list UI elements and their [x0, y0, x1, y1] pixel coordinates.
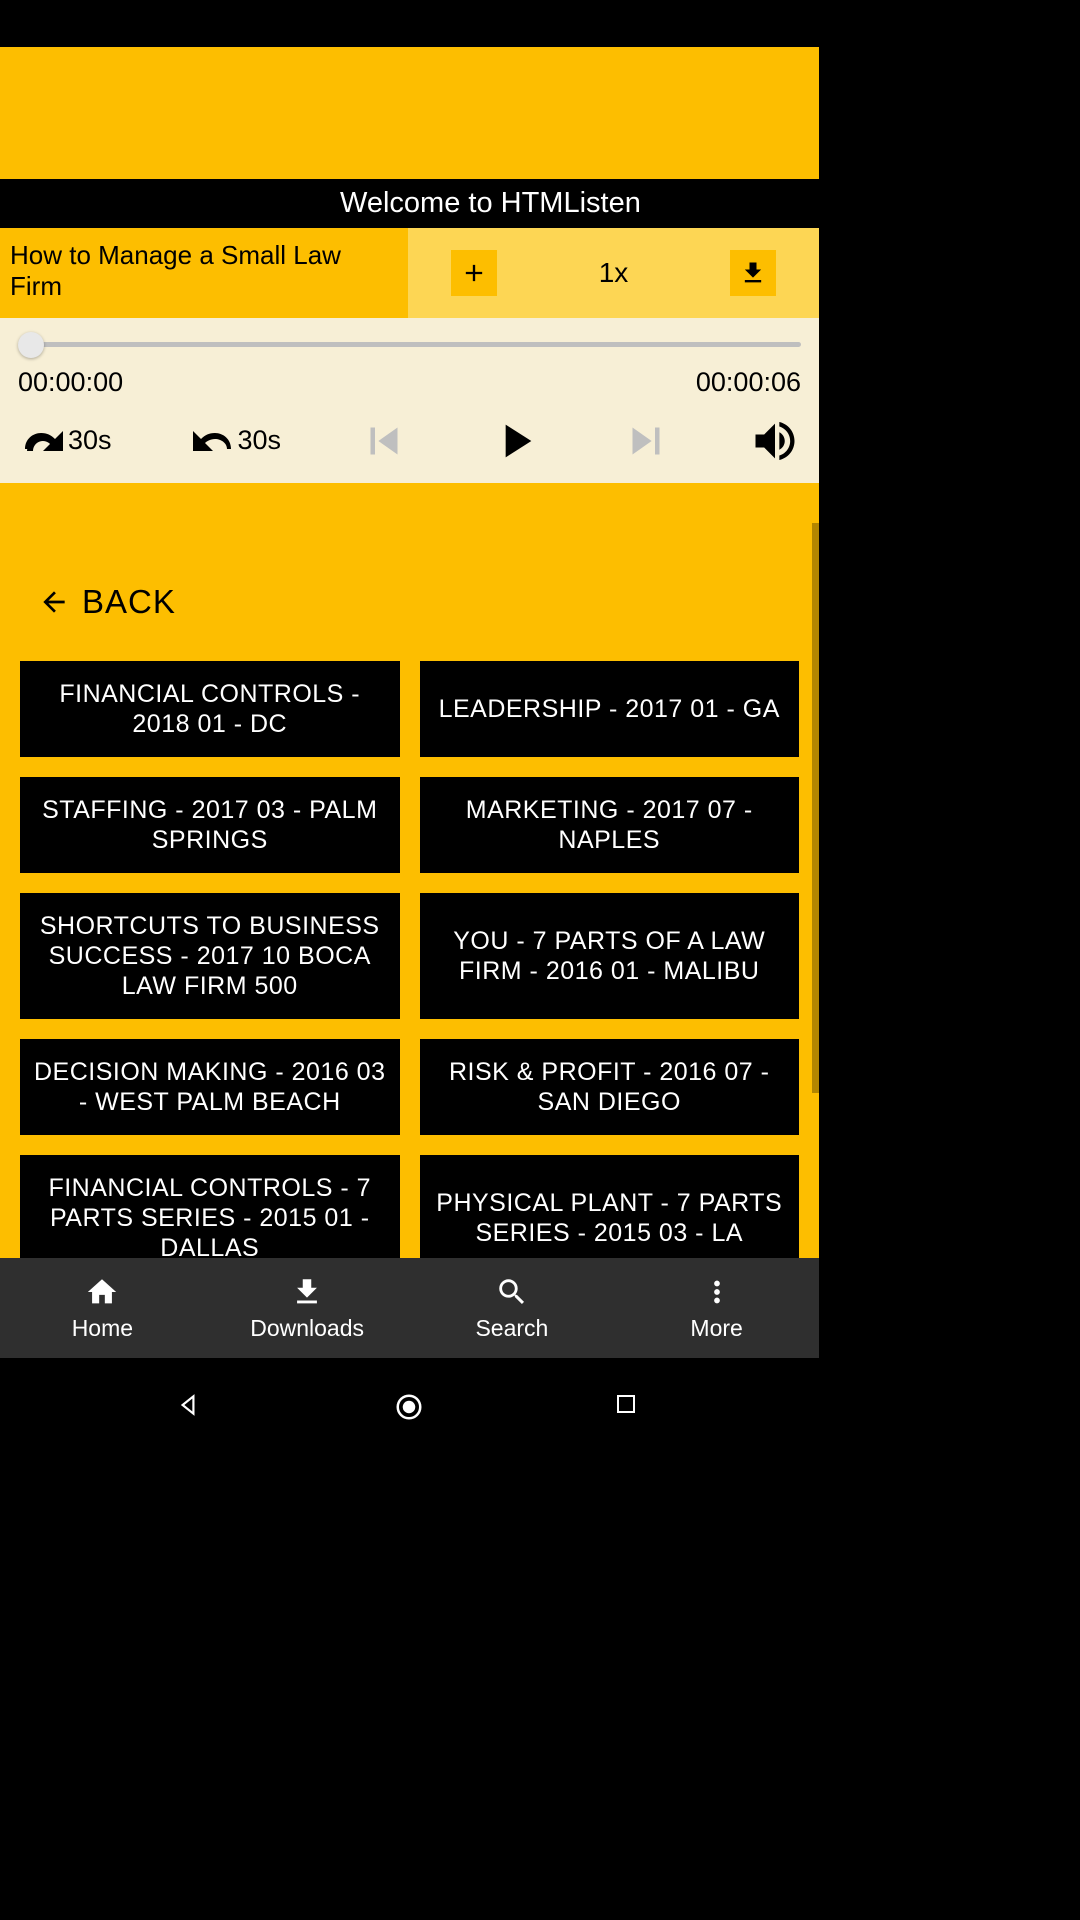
status-bar [0, 0, 819, 47]
content-area: BACK FINANCIAL CONTROLS - 2018 01 - DC L… [0, 483, 819, 1258]
system-back-button[interactable] [175, 1392, 205, 1422]
nav-downloads-label: Downloads [250, 1315, 364, 1342]
skip-back-30-button[interactable]: 30s [188, 416, 282, 466]
skip-forward-30-button[interactable]: 30s [18, 416, 112, 466]
total-time: 00:00:06 [696, 367, 801, 398]
system-home-button[interactable] [394, 1392, 424, 1422]
volume-button[interactable] [749, 415, 801, 467]
more-icon [700, 1275, 734, 1309]
progress-area: 00:00:00 00:00:06 [0, 318, 819, 398]
playback-controls: 30s 30s [0, 398, 819, 483]
nav-search[interactable]: Search [410, 1258, 615, 1358]
nav-home-label: Home [72, 1315, 133, 1342]
episode-tile[interactable]: DECISION MAKING - 2016 03 - WEST PALM BE… [20, 1039, 400, 1135]
skip-back-label: 30s [238, 425, 282, 456]
episode-tile[interactable]: PHYSICAL PLANT - 7 PARTS SERIES - 2015 0… [420, 1155, 800, 1258]
back-label: BACK [82, 583, 176, 621]
episode-tile[interactable]: MARKETING - 2017 07 - NAPLES [420, 777, 800, 873]
episode-tile[interactable]: FINANCIAL CONTROLS - 2018 01 - DC [20, 661, 400, 757]
system-nav-bar [0, 1358, 819, 1456]
nav-home[interactable]: Home [0, 1258, 205, 1358]
nav-downloads[interactable]: Downloads [205, 1258, 410, 1358]
redo-icon [18, 416, 68, 466]
welcome-banner: Welcome to HTMListen [0, 179, 819, 228]
undo-icon [188, 416, 238, 466]
episode-tile[interactable]: FINANCIAL CONTROLS - 7 PARTS SERIES - 20… [20, 1155, 400, 1258]
system-recent-button[interactable] [614, 1392, 644, 1422]
next-track-button[interactable] [619, 414, 673, 468]
episode-tile[interactable]: LEADERSHIP - 2017 01 - GA [420, 661, 800, 757]
previous-track-button[interactable] [357, 414, 411, 468]
episode-tile[interactable]: STAFFING - 2017 03 - PALM SPRINGS [20, 777, 400, 873]
download-icon [290, 1275, 324, 1309]
nav-more-label: More [690, 1315, 742, 1342]
player-info-row: How to Manage a Small Law Firm 1x [0, 228, 819, 318]
current-time: 00:00:00 [18, 367, 123, 398]
nav-more[interactable]: More [614, 1258, 819, 1358]
episode-grid: FINANCIAL CONTROLS - 2018 01 - DC LEADER… [0, 661, 819, 1258]
speed-button[interactable]: 1x [583, 250, 643, 296]
nav-search-label: Search [475, 1315, 548, 1342]
track-title: How to Manage a Small Law Firm [0, 228, 408, 318]
skip-fwd-label: 30s [68, 425, 112, 456]
play-button[interactable] [487, 413, 543, 469]
episode-tile[interactable]: SHORTCUTS TO BUSINESS SUCCESS - 2017 10 … [20, 893, 400, 1019]
download-button[interactable] [730, 250, 776, 296]
bottom-nav: Home Downloads Search More [0, 1258, 819, 1358]
progress-slider[interactable] [18, 328, 801, 359]
episode-tile[interactable]: RISK & PROFIT - 2016 07 - SAN DIEGO [420, 1039, 800, 1135]
app-header [0, 47, 819, 179]
home-icon [85, 1275, 119, 1309]
player-action-buttons: 1x [408, 228, 819, 318]
episode-tile[interactable]: YOU - 7 PARTS OF A LAW FIRM - 2016 01 - … [420, 893, 800, 1019]
back-button[interactable]: BACK [0, 483, 819, 661]
add-button[interactable] [451, 250, 497, 296]
arrow-back-icon [38, 586, 70, 618]
scroll-indicator [812, 523, 819, 1093]
search-icon [495, 1275, 529, 1309]
